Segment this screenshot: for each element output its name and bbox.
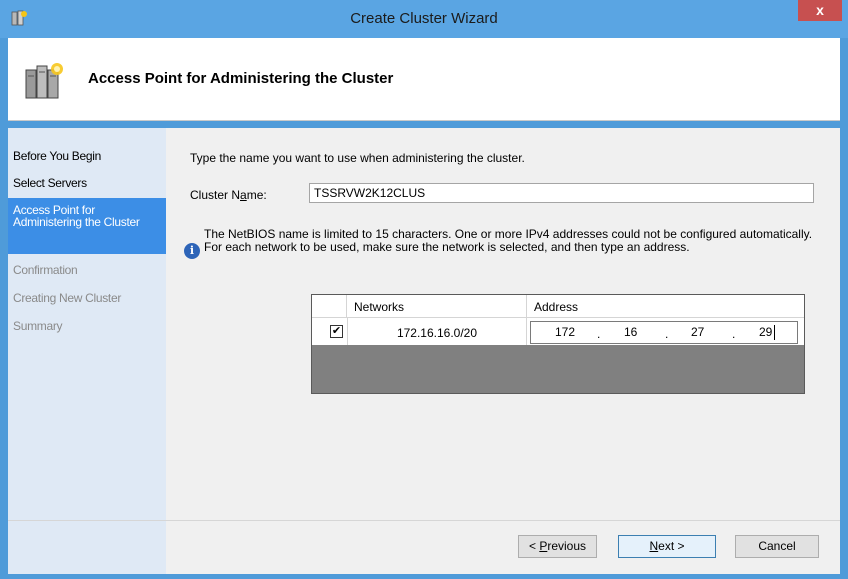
ip-dot: . [665, 327, 669, 341]
previous-button[interactable]: < Previous [518, 535, 597, 558]
footer-divider [8, 520, 840, 521]
ip-octet-4[interactable]: 29 [759, 325, 772, 339]
wizard-header: Access Point for Administering the Clust… [8, 38, 840, 121]
close-button[interactable]: x [798, 0, 842, 21]
title-bar[interactable]: Create Cluster Wizard x [0, 0, 848, 38]
nav-step-confirmation: Confirmation [13, 263, 78, 277]
wizard-content: Type the name you want to use when admin… [166, 128, 840, 574]
instruction-text: Type the name you want to use when admin… [190, 151, 525, 165]
ip-octet-3[interactable]: 27 [691, 325, 704, 339]
netbios-info-text: The NetBIOS name is limited to 15 charac… [204, 227, 813, 254]
nav-step-before-you-begin[interactable]: Before You Begin [13, 149, 165, 163]
nav-step-access-point[interactable]: Access Point for Administering the Clust… [8, 198, 166, 254]
ip-octet-2[interactable]: 16 [624, 325, 637, 339]
grid-row: ✔ 172.16.16.0/20 172 . 16 . 27 . 29 [312, 318, 804, 345]
window-title: Create Cluster Wizard [350, 10, 498, 27]
ip-octet-1[interactable]: 172 [555, 325, 575, 339]
cancel-button[interactable]: Cancel [735, 535, 819, 558]
page-title: Access Point for Administering the Clust… [88, 70, 394, 87]
wizard-window: Create Cluster Wizard x Access Point for… [0, 0, 848, 579]
nav-step-creating-new-cluster: Creating New Cluster [13, 291, 122, 305]
cluster-name-label: Cluster Name: [190, 188, 267, 202]
network-cell: 172.16.16.0/20 [347, 318, 527, 345]
close-icon: x [816, 2, 824, 18]
wizard-steps-nav: Before You Begin Select Servers Access P… [8, 128, 166, 574]
ip-dot: . [732, 327, 736, 341]
ip-address-input[interactable]: 172 . 16 . 27 . 29 [530, 321, 798, 344]
network-checkbox[interactable]: ✔ [330, 325, 343, 338]
networks-grid: Networks Address ✔ 172.16.16.0/20 172 . … [311, 294, 805, 394]
cluster-name-input[interactable]: TSSRVW2K12CLUS [309, 183, 814, 203]
nav-step-summary: Summary [13, 319, 63, 333]
grid-header: Networks Address [312, 295, 804, 318]
text-cursor [774, 325, 775, 340]
ip-dot: . [597, 327, 601, 341]
grid-header-address[interactable]: Address [527, 295, 803, 317]
nav-step-select-servers[interactable]: Select Servers [13, 176, 165, 190]
info-icon: i [184, 243, 200, 259]
grid-header-networks[interactable]: Networks [347, 295, 527, 317]
cluster-servers-icon [25, 63, 63, 99]
next-button[interactable]: Next > [618, 535, 716, 558]
grid-header-select [312, 295, 347, 317]
